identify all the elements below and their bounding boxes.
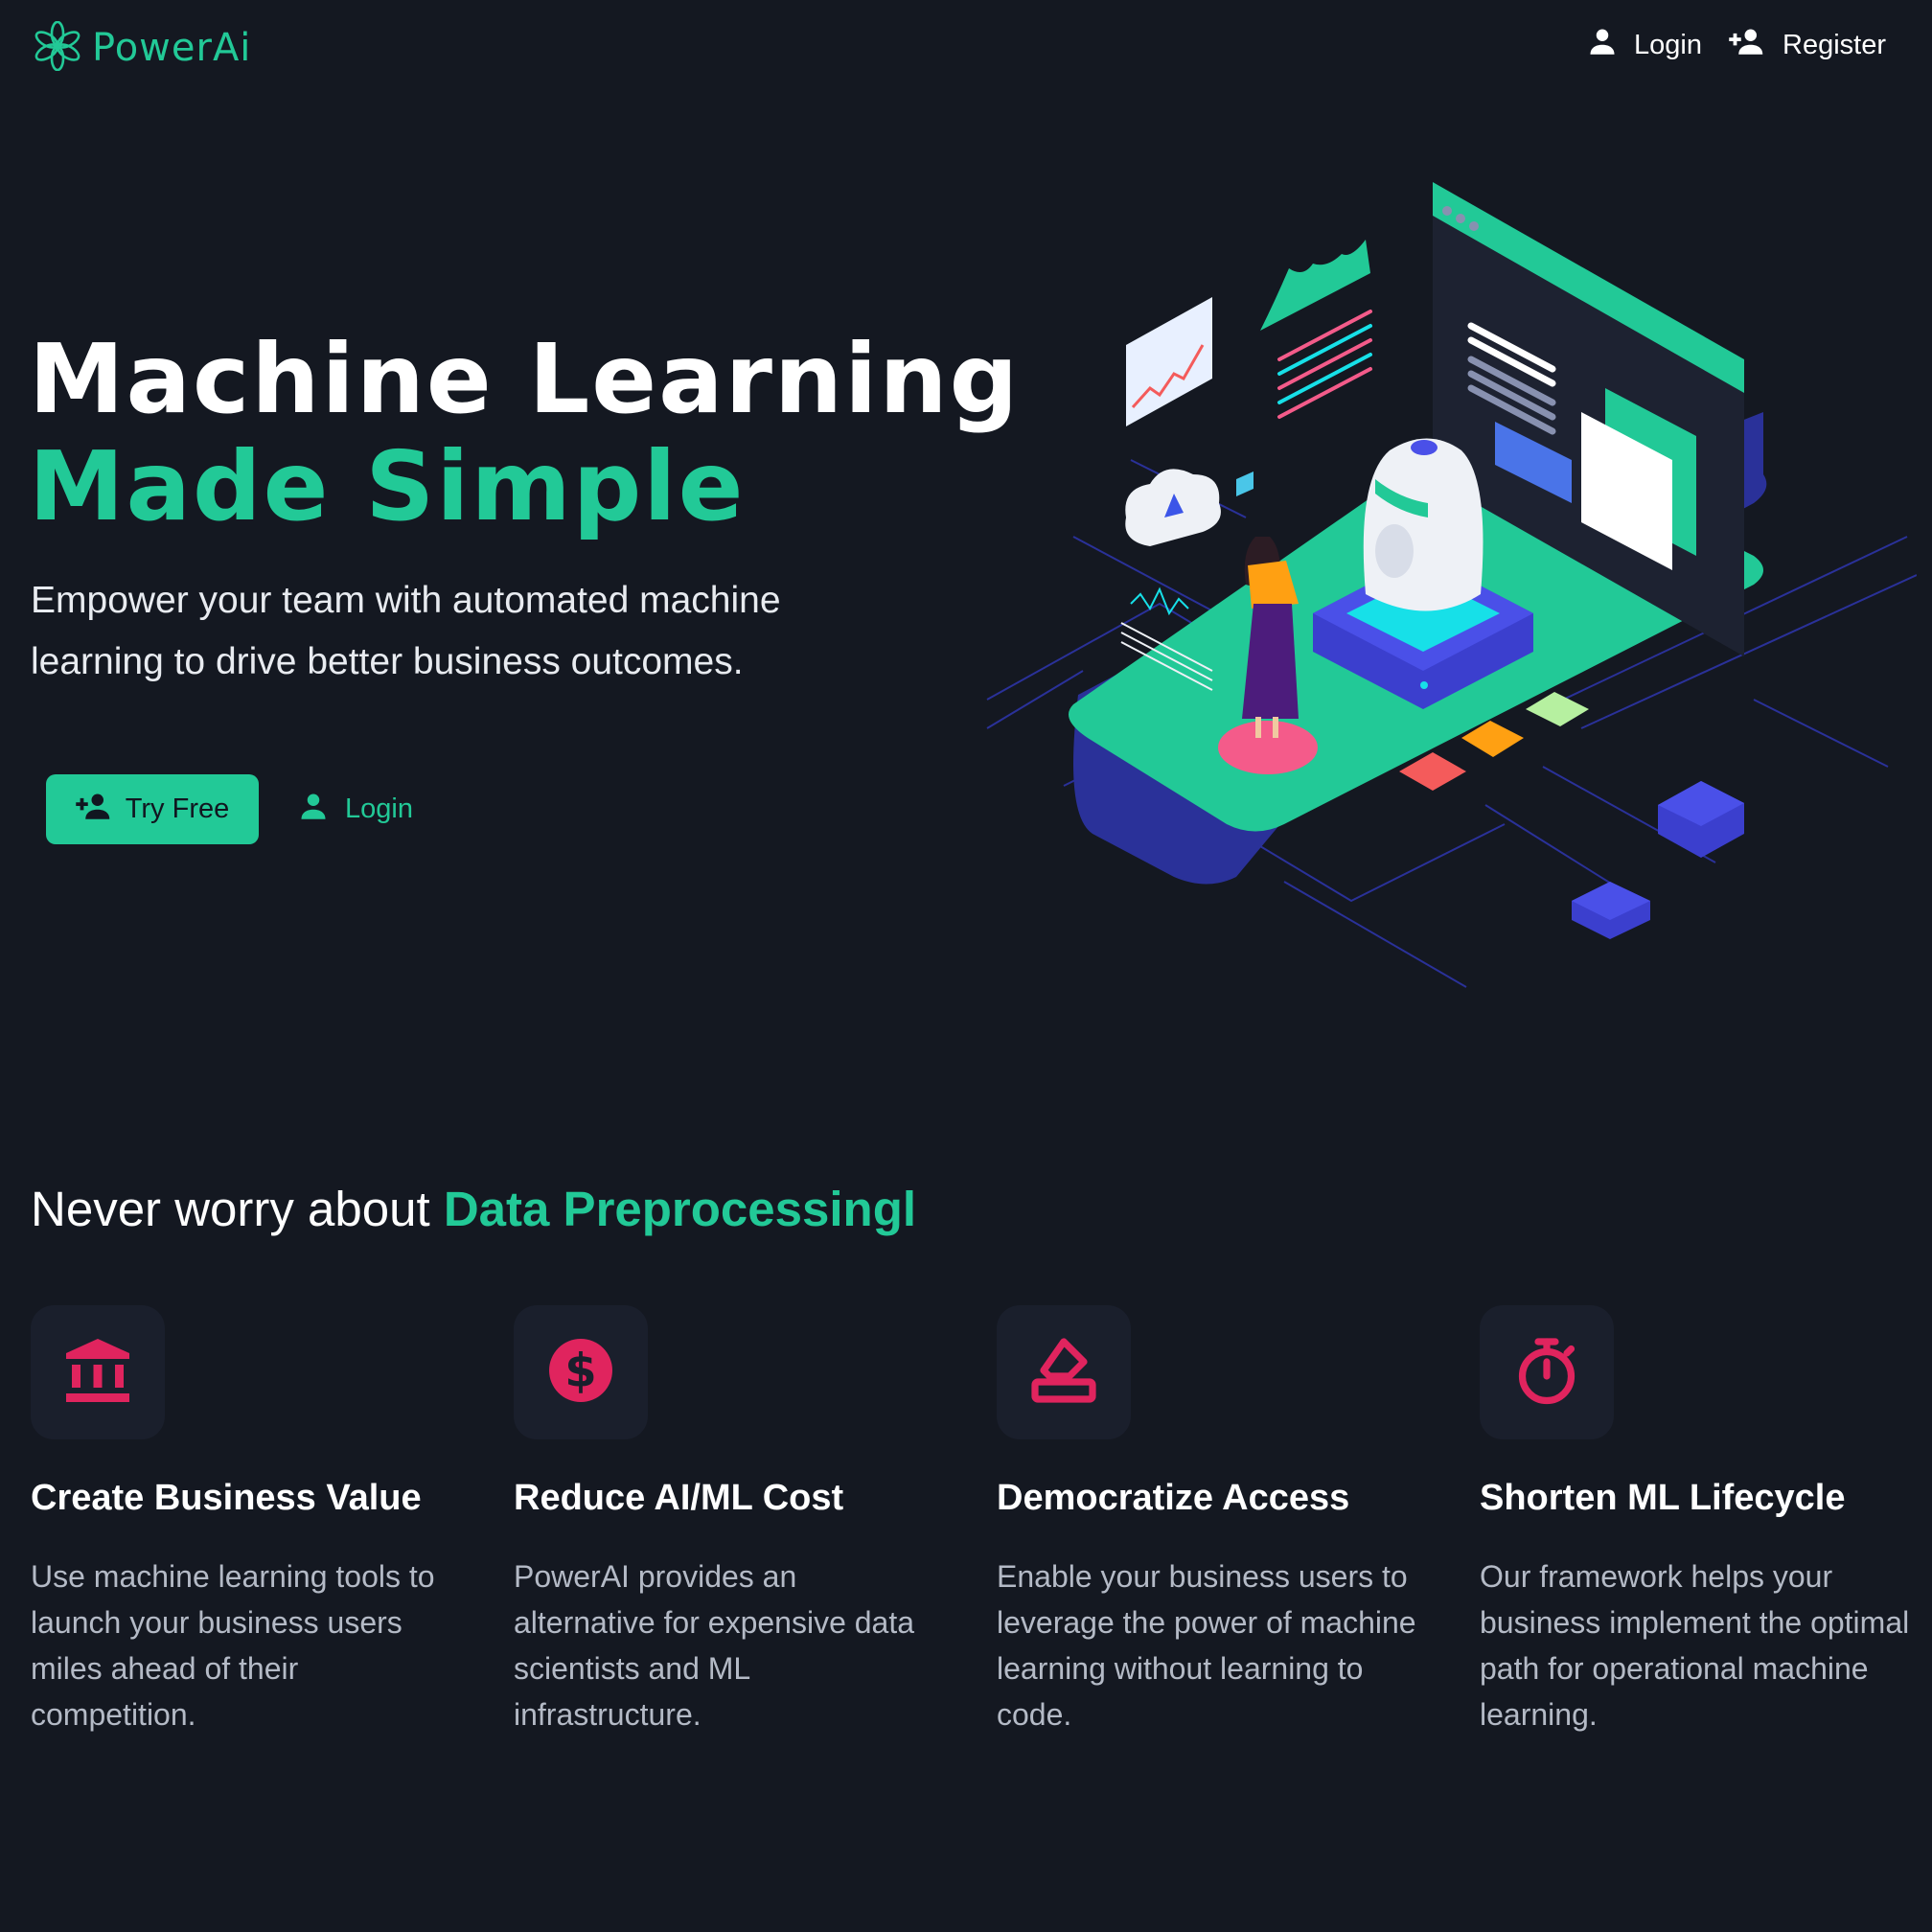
hero-login-button[interactable]: Login xyxy=(299,774,413,844)
hero-title: Machine Learning Made Simple xyxy=(29,326,1020,540)
user-icon xyxy=(299,792,328,828)
feature-icon-box xyxy=(1480,1305,1614,1439)
hero-subtitle-line2: learning to drive better business outcom… xyxy=(31,641,744,682)
user-icon xyxy=(1588,27,1617,63)
bank-icon xyxy=(63,1336,132,1410)
hero-subtitle: Empower your team with automated machine… xyxy=(31,570,893,693)
feature-description: Use machine learning tools to launch you… xyxy=(31,1559,435,1732)
user-plus-icon xyxy=(76,792,112,828)
feature-description: Our framework helps your business implem… xyxy=(1480,1559,1910,1732)
feature-title: Democratize Access xyxy=(997,1478,1350,1518)
feature-icon-box: $ xyxy=(514,1305,648,1439)
feature-description: Enable your business users to leverage t… xyxy=(997,1559,1416,1732)
dollar-circle-icon: $ xyxy=(546,1336,615,1410)
section-title-accent: Data Preprocessingl xyxy=(443,1182,917,1236)
feature-card: Create Business Value Use machine learni… xyxy=(31,1305,472,1737)
nav-register-label: Register xyxy=(1782,29,1886,60)
feature-icon-box xyxy=(31,1305,165,1439)
feature-title: Create Business Value xyxy=(31,1478,422,1518)
feature-icon-box xyxy=(997,1305,1131,1439)
feature-description: PowerAI provides an alternative for expe… xyxy=(514,1559,915,1732)
nav-actions: Login Register xyxy=(1588,27,1886,63)
try-free-label: Try Free xyxy=(125,794,230,824)
nav-login-link[interactable]: Login xyxy=(1588,27,1702,63)
nav-login-label: Login xyxy=(1634,29,1702,60)
svg-text:$: $ xyxy=(564,1344,596,1397)
feature-card: Democratize Access Enable your business … xyxy=(997,1305,1438,1737)
hero-subtitle-line1: Empower your team with automated machine xyxy=(31,580,781,621)
feature-card: Shorten ML Lifecycle Our framework helps… xyxy=(1480,1305,1920,1737)
isometric-ml-platform-illustration xyxy=(968,172,1918,1016)
nav-register-link[interactable]: Register xyxy=(1729,27,1886,63)
hero-title-line1: Machine Learning xyxy=(29,323,1021,435)
brand-logo[interactable]: PowerAi xyxy=(33,20,252,76)
section-title: Never worry about Data Preprocessingl xyxy=(31,1181,916,1237)
user-plus-icon xyxy=(1729,27,1765,63)
flower-logo-icon xyxy=(33,20,82,76)
hero-title-line2: Made Simple xyxy=(29,430,746,542)
eraser-icon xyxy=(1029,1336,1098,1410)
feature-card: $ Reduce AI/ML Cost PowerAI provides an … xyxy=(514,1305,954,1737)
feature-title: Shorten ML Lifecycle xyxy=(1480,1478,1846,1518)
brand-name: PowerAi xyxy=(92,26,252,70)
hero-login-label: Login xyxy=(345,794,413,824)
try-free-button[interactable]: Try Free xyxy=(46,774,259,844)
section-title-prefix: Never worry about xyxy=(31,1182,444,1236)
feature-title: Reduce AI/ML Cost xyxy=(514,1478,844,1518)
stopwatch-icon xyxy=(1512,1336,1581,1410)
top-navbar: PowerAi Login Register xyxy=(0,0,1932,96)
